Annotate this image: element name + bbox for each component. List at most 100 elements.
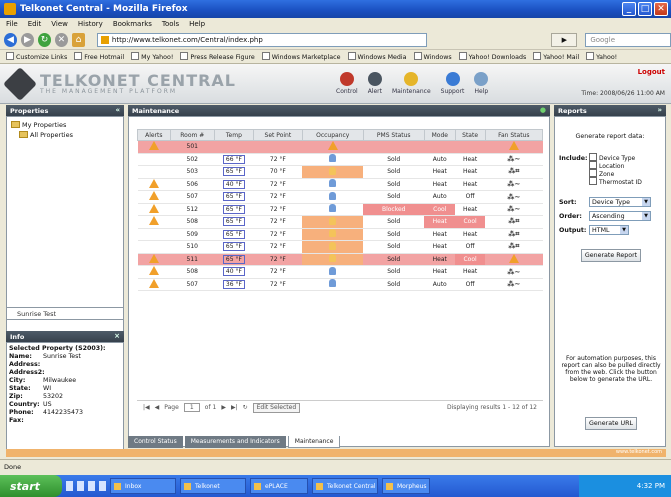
column-header[interactable]: PMS Status [362,129,425,141]
sort-select[interactable]: Device Type ▼ [589,197,651,207]
reports-panel: Generate report data: Include: Device Ty… [554,116,666,447]
address-bar[interactable]: http://www.telkonet.com/Central/index.ph… [96,32,428,47]
property-search-field[interactable]: Sunrise Test [6,307,124,320]
table-row[interactable]: 502 66 °F 72 °F Sold Auto Heat ⁂~ [137,153,543,166]
refresh-grid-icon[interactable]: ↻ [243,404,248,411]
info-row: Country: US [9,401,52,408]
folder-icon [19,131,28,138]
close-button[interactable]: ✕ [654,2,668,16]
quicklaunch-icon[interactable] [77,481,84,491]
table-row[interactable]: 510 65 °F 72 °F Sold Heat Off ⁂⌗ [137,240,543,254]
tree-item-all-properties[interactable]: All Properties [11,130,119,140]
table-row[interactable]: 509 65 °F 72 °F Sold Heat Heat ⁂⌗ [137,228,543,241]
generate-report-button[interactable]: Generate Report [581,249,641,262]
go-button[interactable]: ▶ [551,32,578,47]
bookmark-item[interactable]: Yahoo! Mail [533,52,579,61]
bookmark-item[interactable]: Windows Media [348,52,407,61]
page-number-input[interactable]: 1 [183,403,200,412]
edit-selected-button[interactable]: Edit Selected [252,402,301,413]
order-select[interactable]: Ascending ▼ [589,211,651,221]
menu-view[interactable]: View [51,20,68,28]
first-page-icon[interactable]: |◀ [143,404,150,411]
quicklaunch-icon[interactable] [88,481,95,491]
table-row[interactable]: 508 65 °F 72 °F Sold Heat Cool ⁂⌗ [137,215,543,229]
bookmark-item[interactable]: Customize Links [6,52,67,61]
search-input[interactable]: Google [585,32,671,47]
menu-help[interactable]: Help [189,20,205,28]
generate-url-button[interactable]: Generate URL [585,417,637,430]
table-row[interactable]: 503 65 °F 70 °F Sold Heat Heat ⁂⌗ [137,165,543,179]
column-header[interactable]: Mode [423,129,456,141]
collapse-icon[interactable]: » [657,106,662,114]
menu-tools[interactable]: Tools [162,20,179,28]
refresh-icon[interactable]: ● [540,106,546,114]
footer-brand[interactable]: www.telkonet.com [616,449,662,455]
maximize-button[interactable]: □ [638,2,652,16]
column-header[interactable]: Fan Status [484,129,544,141]
tab-maintenance[interactable]: Maintenance [287,436,341,448]
table-row[interactable]: 506 40 °F 72 °F Sold Heat Heat ⁂~ [137,178,543,191]
column-header[interactable]: Temp [213,129,254,141]
quicklaunch-icon[interactable] [99,481,106,491]
table-row[interactable]: 507 36 °F 72 °F Sold Auto Off ⁂~ [137,278,543,291]
bookmark-item[interactable]: Windows Marketplace [262,52,341,61]
column-header[interactable]: Set Point [252,129,303,141]
temp-cell: 40 °F [214,178,254,191]
taskbar-item[interactable]: Inbox [110,478,176,494]
vacant-icon [329,279,337,288]
nav-help[interactable]: Help [474,72,489,95]
bookmark-item[interactable]: Yahoo! [586,52,617,61]
temp-cell: 66 °F [214,153,254,166]
nav-alert[interactable]: Alert [368,72,382,95]
mode-cell: Cool [424,203,456,216]
table-row[interactable]: 512 65 °F 72 °F Blocked Cool Heat ⁂~ [137,203,543,216]
nav-control[interactable]: Control [336,72,358,95]
nav-maintenance[interactable]: Maintenance [392,72,431,95]
table-row[interactable]: 511 65 °F 72 °F Sold Heat Cool [137,253,543,266]
taskbar-item[interactable]: ePLACE [250,478,308,494]
start-button[interactable]: start [0,475,62,497]
table-row[interactable]: 501 [137,140,543,154]
menu-edit[interactable]: Edit [28,20,42,28]
reload-icon[interactable]: ↻ [37,32,51,47]
bookmark-item[interactable]: Press Release Figure [180,52,254,61]
tab-control-status[interactable]: Control Status [128,436,183,448]
logout-link[interactable]: Logout [581,68,665,76]
bookmark-item[interactable]: My Yahoo! [131,52,173,61]
room-cell: 507 [170,278,215,291]
taskbar-item[interactable]: Morpheus [382,478,430,494]
minimize-button[interactable]: _ [622,2,636,16]
bookmark-item[interactable]: Yahoo! Downloads [459,52,527,61]
tab-measurements[interactable]: Measurements and Indicators [184,436,286,448]
collapse-icon[interactable]: « [115,106,120,114]
taskbar-item[interactable]: Telkonet Central [312,478,378,494]
home-icon[interactable]: ⌂ [71,32,85,47]
next-page-icon[interactable]: ▶ [221,404,226,411]
tree-item-my-properties[interactable]: My Properties [11,120,119,130]
taskbar-item[interactable]: Telkonet [180,478,246,494]
nav-support[interactable]: Support [441,72,464,95]
info-row: Name: Sunrise Test [9,353,81,360]
column-header[interactable]: State [454,129,486,141]
table-row[interactable]: 507 65 °F 72 °F Sold Auto Off ⁂~ [137,190,543,204]
prev-page-icon[interactable]: ◀ [155,404,160,411]
column-header[interactable]: Occupancy [301,129,364,141]
menu-bookmarks[interactable]: Bookmarks [113,20,152,28]
stop-icon[interactable]: ✕ [54,32,68,47]
output-select[interactable]: HTML ▼ [589,225,629,235]
last-page-icon[interactable]: ▶| [231,404,238,411]
checkbox-thermostat-id[interactable]: Thermostat ID [589,177,642,186]
forward-icon[interactable]: ▶ [20,32,34,47]
column-header[interactable]: Alerts [137,129,171,141]
bookmark-item[interactable]: Free Hotmail [74,52,124,61]
column-header[interactable]: Room # [169,129,215,141]
collapse-icon[interactable]: × [114,332,120,340]
quicklaunch-icon[interactable] [66,481,73,491]
order-label: Order: [559,213,582,220]
menu-file[interactable]: File [6,20,18,28]
table-row[interactable]: 508 40 °F 72 °F Sold Heat Heat ⁂~ [137,265,543,279]
state-cell: Off [455,240,486,254]
menu-history[interactable]: History [78,20,103,28]
back-icon[interactable]: ◀ [4,32,17,47]
bookmark-item[interactable]: Windows [414,52,452,61]
